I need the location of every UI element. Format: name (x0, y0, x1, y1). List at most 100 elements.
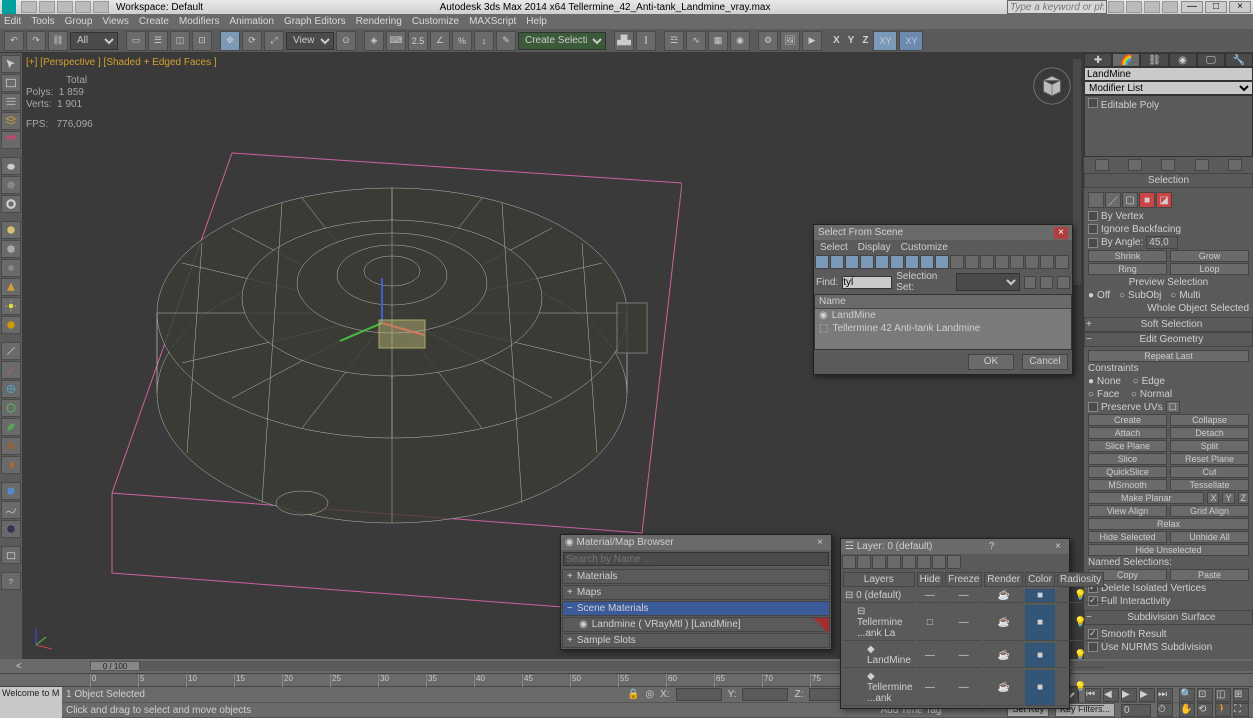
menu-modifiers[interactable]: Modifiers (179, 16, 220, 27)
sfs-menu-select[interactable]: Select (820, 242, 848, 253)
sfs-tb17[interactable] (1055, 255, 1069, 269)
layer-close-button[interactable]: × (1051, 541, 1065, 553)
material-editor-button[interactable]: ◉ (730, 31, 750, 51)
maxscript-mini[interactable]: Welcome to M (0, 687, 62, 718)
mirror-button[interactable]: ▟▙ (614, 31, 634, 51)
sfs-filter-light-icon[interactable] (845, 255, 859, 269)
layer-col-radiosity[interactable]: Radiosity (1057, 572, 1104, 587)
next-frame-icon[interactable]: ▶ (1139, 688, 1155, 702)
sfs-row-tellermine[interactable]: ⬚Tellermine 42 Anti-tank Landmine (815, 322, 1071, 335)
flame-icon[interactable] (1, 456, 21, 474)
cone-icon[interactable] (1, 278, 21, 296)
layer-del-icon[interactable] (857, 555, 871, 569)
slice-plane-button[interactable]: Slice Plane (1088, 440, 1167, 452)
modifier-list-select[interactable]: Modifier List (1084, 81, 1253, 95)
select-scale-button[interactable]: ⤢ (264, 31, 284, 51)
sfs-selset-b2[interactable] (1040, 276, 1053, 289)
rollout-selection[interactable]: Selection (1084, 173, 1253, 188)
subobj-vertex-icon[interactable]: ⋮ (1088, 192, 1104, 208)
modifier-stack[interactable]: Editable Poly (1084, 95, 1253, 157)
subobj-border-icon[interactable]: ▢ (1122, 192, 1138, 208)
planar-x[interactable]: X (1207, 492, 1219, 504)
layer-row-tellermine-la[interactable]: ⊟ Tellermine ...ank La□—☕■💡 (843, 605, 1104, 641)
layers-icon[interactable] (1, 112, 21, 130)
nav-zoomext-icon[interactable]: ⊞ (1233, 688, 1249, 702)
nav-zoomall-icon[interactable]: ⊡ (1197, 688, 1213, 702)
layer-col-layers[interactable]: Layers (843, 572, 915, 587)
menu-views[interactable]: Views (102, 16, 129, 27)
pin-stack-button[interactable] (1095, 159, 1109, 171)
by-angle-check[interactable] (1088, 238, 1098, 248)
time-slider-handle[interactable]: 0 / 100 (90, 661, 140, 671)
tab-modify[interactable]: 🌈 (1112, 53, 1140, 67)
menu-animation[interactable]: Animation (229, 16, 273, 27)
sfs-col-name[interactable]: Name (815, 295, 1071, 309)
cut-button[interactable]: Cut (1170, 466, 1249, 478)
mat-cat-sample[interactable]: +Sample Slots (562, 633, 830, 648)
mat-entry-landmine[interactable]: ◉Landmine ( VRayMtl ) [LandMine] (562, 617, 830, 632)
mat-cat-maps[interactable]: +Maps (562, 585, 830, 600)
coord-y-input[interactable] (742, 688, 788, 701)
sphere4-icon[interactable] (1, 259, 21, 277)
sfs-filter-helper-icon[interactable] (875, 255, 889, 269)
layer-row-tellermine-ank[interactable]: ◆ Tellermine ...ank——☕■💡 (843, 670, 1104, 706)
planar-z[interactable]: Z (1238, 492, 1250, 504)
sfs-filter-space-icon[interactable] (890, 255, 904, 269)
menu-rendering[interactable]: Rendering (356, 16, 402, 27)
create-button[interactable]: Create (1088, 414, 1167, 426)
axis-xy2[interactable]: XY (899, 31, 923, 51)
link-button[interactable]: ⛓ (48, 31, 68, 51)
menu-tools[interactable]: Tools (31, 16, 54, 27)
hide-sel-button[interactable]: Hide Selected (1088, 531, 1167, 543)
play-icon[interactable]: ▶ (1121, 688, 1137, 702)
relax-button[interactable]: Relax (1088, 518, 1249, 530)
grid-align-button[interactable]: Grid Align (1170, 505, 1249, 517)
sfs-selset-b3[interactable] (1057, 276, 1070, 289)
sphere-gold-icon[interactable] (1, 316, 21, 334)
curve-editor-button[interactable]: ∿ (686, 31, 706, 51)
sfs-filter-cam-icon[interactable] (860, 255, 874, 269)
ref-coord-select[interactable]: View (286, 32, 334, 50)
layer-freeze-icon[interactable] (932, 555, 946, 569)
rendered-frame-button[interactable]: 🖼 (780, 31, 800, 51)
layer-help-button[interactable]: ? (985, 541, 999, 552)
workspace-label[interactable]: Workspace: Default (116, 2, 203, 13)
unhide-all-button[interactable]: Unhide All (1170, 531, 1249, 543)
menu-group[interactable]: Group (65, 16, 93, 27)
sfs-selset-b1[interactable] (1024, 276, 1037, 289)
make-planar-button[interactable]: Make Planar (1088, 492, 1204, 504)
rollout-soft-selection[interactable]: +Soft Selection (1084, 317, 1253, 332)
modstack-editable-poly[interactable]: Editable Poly (1101, 100, 1159, 111)
axis-xy[interactable]: XY (873, 31, 897, 51)
time-config-icon[interactable]: ⏱ (1157, 703, 1173, 717)
mat-cat-scene[interactable]: −Scene Materials (562, 601, 830, 616)
redo-icon[interactable] (93, 1, 109, 13)
ring-button[interactable]: Ring (1088, 263, 1167, 275)
preserve-uv-settings[interactable]: ☐ (1166, 401, 1180, 413)
rectangle-sel-icon[interactable] (1, 74, 21, 92)
layer-col-hide[interactable]: Hide (917, 572, 944, 587)
sfs-menu-display[interactable]: Display (858, 242, 891, 253)
globe-icon[interactable] (1, 380, 21, 398)
brush-icon[interactable] (1, 361, 21, 379)
blue-sphere-icon[interactable] (1, 482, 21, 500)
angle-snap-button[interactable]: ∠ (430, 31, 450, 51)
manipulate-button[interactable]: ◈ (364, 31, 384, 51)
sfs-filter-bone-icon[interactable] (935, 255, 949, 269)
mat-close-button[interactable]: × (813, 537, 827, 549)
grid-icon[interactable] (1, 131, 21, 149)
layer-add-icon[interactable] (872, 555, 886, 569)
detach-button[interactable]: Detach (1170, 427, 1249, 439)
subobj-edge-icon[interactable]: ／ (1105, 192, 1121, 208)
select-move-button[interactable]: ✥ (220, 31, 240, 51)
sfs-find-input[interactable] (842, 276, 892, 289)
select-tool-icon[interactable] (1, 55, 21, 73)
sfs-filter-group-icon[interactable] (905, 255, 919, 269)
msmooth-button[interactable]: MSmooth (1088, 479, 1167, 491)
select-region-button[interactable]: ◫ (170, 31, 190, 51)
sfs-filter-geom-icon[interactable] (815, 255, 829, 269)
menu-create[interactable]: Create (139, 16, 169, 27)
keyboard-shortcut-button[interactable]: ⌨ (386, 31, 406, 51)
constraint-none[interactable]: None (1097, 376, 1121, 387)
mat-cat-materials[interactable]: +Materials (562, 569, 830, 584)
